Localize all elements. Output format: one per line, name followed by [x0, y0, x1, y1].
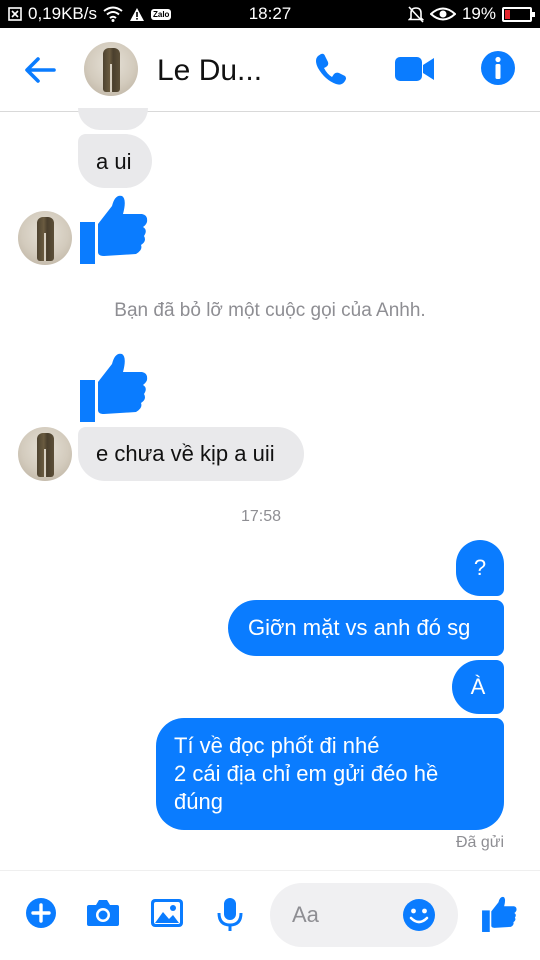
info-icon[interactable]	[480, 50, 516, 86]
battery-icon	[502, 6, 535, 22]
camera-icon[interactable]	[86, 897, 120, 934]
status-bar: 0,19KB/s Zalo 18:27 19%	[0, 0, 540, 28]
previous-message-bubble	[78, 108, 148, 130]
outgoing-message[interactable]: Tí về đọc phốt đi nhé 2 cái địa chỉ em g…	[156, 718, 504, 830]
back-arrow-icon[interactable]	[22, 52, 58, 88]
sent-status: Đã gửi	[455, 834, 504, 851]
chat-header: Le Du...	[0, 28, 540, 112]
message-input[interactable]: Aa	[270, 883, 458, 947]
outgoing-message[interactable]: Giỡn mặt vs anh đó sg	[228, 600, 504, 656]
gallery-icon[interactable]	[150, 897, 184, 934]
silent-bell-icon	[407, 5, 424, 23]
message-composer: Aa	[0, 870, 540, 960]
thumbs-up-sticker-icon[interactable]	[78, 350, 148, 424]
sender-avatar[interactable]	[18, 211, 72, 265]
eye-icon	[429, 7, 456, 21]
message-input-placeholder: Aa	[292, 902, 319, 927]
outgoing-message[interactable]: ?	[456, 540, 504, 596]
sender-avatar[interactable]	[18, 427, 72, 481]
video-call-icon[interactable]	[394, 52, 436, 86]
messenger-chat-screen: 0,19KB/s Zalo 18:27 19% Le Du... a ui Bạ…	[0, 0, 540, 960]
outgoing-message[interactable]: À	[452, 660, 504, 714]
message-line: Tí về đọc phốt đi nhé	[174, 733, 380, 758]
plus-icon[interactable]	[25, 897, 57, 934]
battery-percent: 19%	[461, 4, 496, 23]
message-line: 2 cái địa chỉ em gửi đéo hề	[174, 761, 439, 786]
contact-name[interactable]: Le Du...	[157, 54, 262, 88]
timestamp: 17:58	[240, 508, 282, 525]
contact-avatar[interactable]	[84, 42, 138, 96]
message-line: đúng	[174, 789, 223, 814]
phone-call-icon[interactable]	[312, 50, 350, 88]
emoji-icon[interactable]	[402, 898, 436, 932]
incoming-message[interactable]: a ui	[78, 134, 152, 188]
microphone-icon[interactable]	[216, 897, 244, 938]
incoming-message[interactable]: e chưa về kịp a uii	[78, 427, 304, 481]
thumbs-up-sticker-icon[interactable]	[78, 192, 148, 266]
like-button-icon[interactable]	[480, 895, 518, 933]
missed-call-notice: Bạn đã bỏ lỡ một cuộc gọi của Anhh.	[114, 300, 426, 321]
